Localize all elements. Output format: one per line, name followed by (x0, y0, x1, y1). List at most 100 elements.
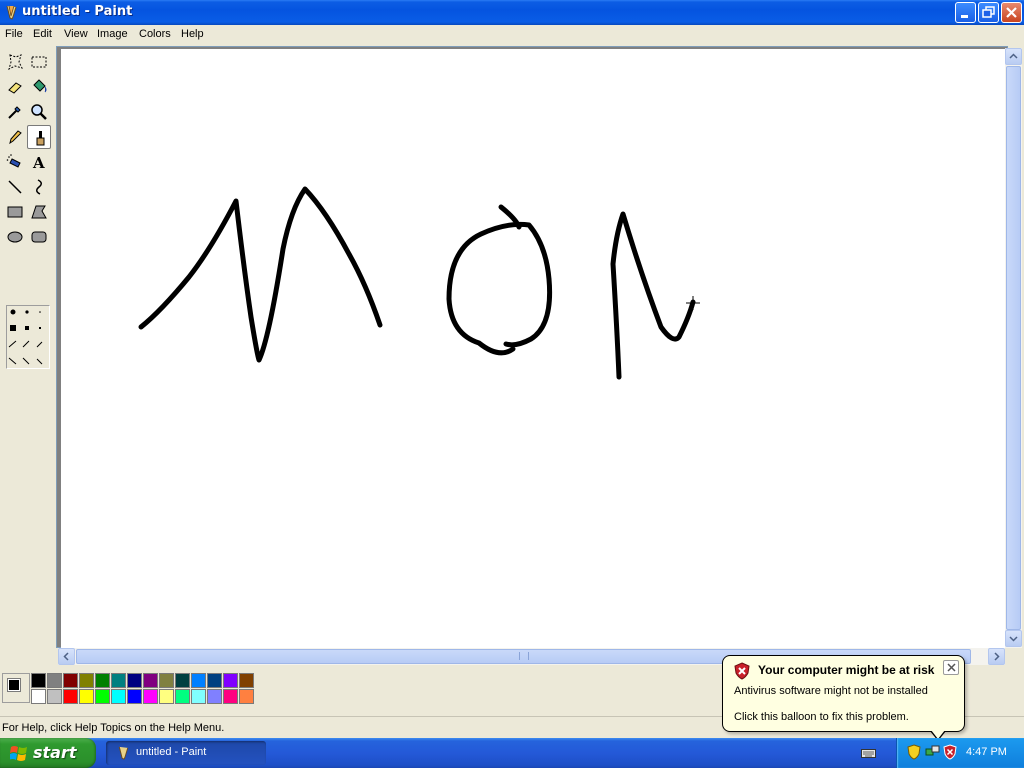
network-icon[interactable] (925, 744, 941, 760)
close-icon (1006, 7, 1017, 18)
vertical-scroll-thumb[interactable] (1006, 66, 1021, 630)
free-form-select-icon (8, 54, 23, 70)
window-title: untitled - Paint (22, 4, 133, 19)
scroll-left-button[interactable] (58, 648, 75, 665)
magnifier-icon (31, 104, 47, 120)
minimize-button[interactable] (955, 2, 976, 23)
palette-swatch[interactable] (191, 673, 206, 688)
chevron-left-icon (63, 652, 69, 661)
balloon-action: Click this balloon to fix this problem. (734, 711, 909, 723)
tool-brush[interactable] (27, 125, 51, 149)
toolbox: A (0, 48, 56, 369)
fill-bucket-icon (33, 79, 47, 93)
taskbar-button-label: untitled - Paint (136, 746, 207, 758)
palette-swatch[interactable] (31, 673, 46, 688)
tool-rounded-rectangle[interactable] (27, 225, 51, 249)
tool-airbrush[interactable] (3, 150, 27, 174)
palette-swatch[interactable] (159, 673, 174, 688)
tool-pick-color[interactable] (3, 100, 27, 124)
rect-select-icon (31, 56, 47, 68)
curve-icon (36, 179, 42, 195)
palette-swatch[interactable] (63, 689, 78, 704)
drawing-canvas[interactable] (61, 49, 1005, 648)
start-button[interactable]: start (0, 738, 96, 768)
palette-swatch[interactable] (31, 689, 46, 704)
title-bar[interactable]: untitled - Paint (0, 0, 1024, 25)
palette-swatch[interactable] (143, 673, 158, 688)
line-icon (8, 180, 22, 194)
airbrush-icon (6, 154, 21, 168)
scroll-grip-icon (519, 652, 529, 660)
windows-logo-icon (10, 746, 27, 761)
palette-swatch[interactable] (47, 673, 62, 688)
foreground-color (7, 678, 21, 692)
menu-image[interactable]: Image (97, 28, 128, 40)
eraser-icon (8, 82, 22, 94)
palette-swatch[interactable] (111, 673, 126, 688)
taskbar-button-paint[interactable]: untitled - Paint (106, 741, 266, 765)
menu-file[interactable]: File (5, 28, 23, 40)
tool-fill[interactable] (27, 75, 51, 99)
security-alert-icon[interactable] (943, 744, 957, 760)
tool-rect-select[interactable] (27, 50, 51, 74)
menu-colors[interactable]: Colors (139, 28, 171, 40)
close-button[interactable] (1001, 2, 1022, 23)
palette-swatch[interactable] (175, 689, 190, 704)
scroll-down-button[interactable] (1005, 630, 1022, 647)
tool-pencil[interactable] (3, 125, 27, 149)
scroll-up-button[interactable] (1005, 48, 1022, 65)
tool-rectangle[interactable] (3, 200, 27, 224)
tool-line[interactable] (3, 175, 27, 199)
tool-eraser[interactable] (3, 75, 27, 99)
security-balloon[interactable]: Your computer might be at risk Antivirus… (722, 655, 965, 732)
palette-swatch[interactable] (223, 689, 238, 704)
shield-icon[interactable] (907, 744, 921, 760)
security-shield-icon (734, 662, 750, 680)
balloon-title: Your computer might be at risk (758, 663, 935, 677)
menu-bar: File Edit View Image Colors Help (0, 25, 1024, 45)
palette-swatch[interactable] (79, 689, 94, 704)
palette-swatch[interactable] (239, 673, 254, 688)
status-text: For Help, click Help Topics on the Help … (2, 722, 225, 734)
menu-view[interactable]: View (64, 28, 88, 40)
palette-swatch[interactable] (239, 689, 254, 704)
balloon-message: Antivirus software might not be installe… (734, 685, 928, 697)
close-icon (947, 663, 956, 672)
palette-swatch[interactable] (47, 689, 62, 704)
tool-polygon[interactable] (27, 200, 51, 224)
palette-swatch[interactable] (207, 673, 222, 688)
palette-swatch[interactable] (223, 673, 238, 688)
chevron-right-icon (994, 652, 1000, 661)
palette-swatch[interactable] (95, 689, 110, 704)
palette-swatch[interactable] (159, 689, 174, 704)
menu-edit[interactable]: Edit (33, 28, 52, 40)
restore-icon (982, 6, 995, 18)
keyboard-icon[interactable] (861, 747, 876, 759)
tool-text[interactable]: A (27, 150, 51, 174)
restore-button[interactable] (978, 2, 999, 23)
tool-ellipse[interactable] (3, 225, 27, 249)
brush-shape-options[interactable] (6, 305, 50, 369)
pencil-icon (9, 130, 22, 145)
palette-swatch[interactable] (191, 689, 206, 704)
svg-text:A: A (32, 154, 45, 171)
menu-help[interactable]: Help (181, 28, 204, 40)
balloon-close-button[interactable] (943, 660, 959, 675)
palette-swatch[interactable] (175, 673, 190, 688)
palette-swatch[interactable] (95, 673, 110, 688)
palette-swatch[interactable] (111, 689, 126, 704)
palette-swatch[interactable] (63, 673, 78, 688)
palette-swatch[interactable] (143, 689, 158, 704)
tool-curve[interactable] (27, 175, 51, 199)
drawing-strokes (138, 186, 700, 380)
tool-free-form-select[interactable] (3, 50, 27, 74)
eyedropper-icon (8, 106, 21, 119)
tool-magnifier[interactable] (27, 100, 51, 124)
chevron-down-icon (1009, 636, 1018, 642)
scroll-right-button[interactable] (988, 648, 1005, 665)
palette-swatch[interactable] (127, 673, 142, 688)
palette-swatch[interactable] (207, 689, 222, 704)
palette-swatch[interactable] (79, 673, 94, 688)
palette-swatch[interactable] (127, 689, 142, 704)
rounded-rectangle-icon (31, 231, 47, 243)
